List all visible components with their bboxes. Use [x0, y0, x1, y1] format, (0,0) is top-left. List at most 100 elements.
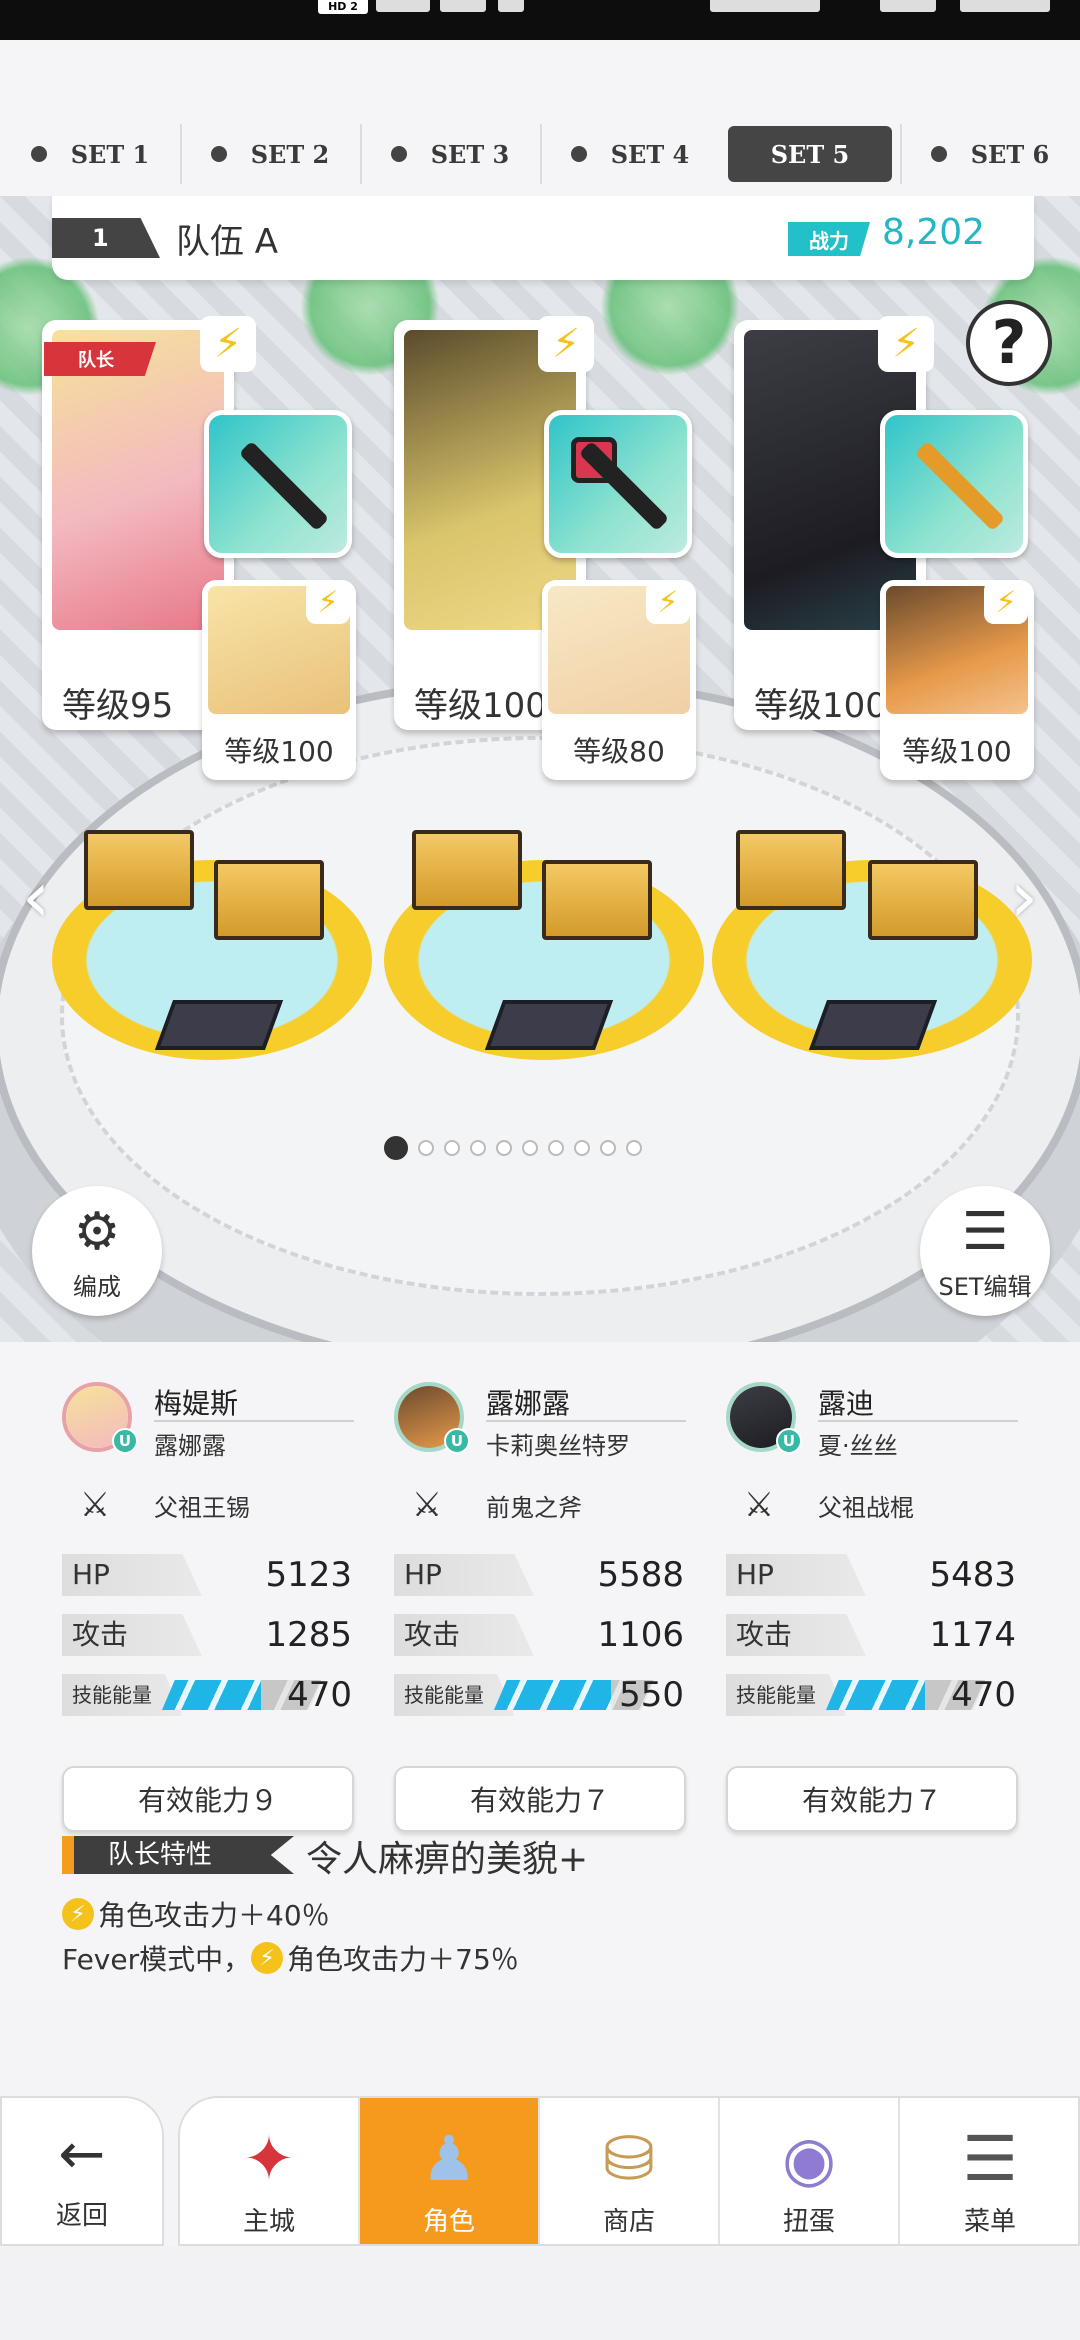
page-dot[interactable] [522, 1140, 538, 1156]
nav-item-shop[interactable]: ⛁ 商店 [540, 2098, 720, 2244]
effective-ability-button[interactable]: 有效能力７ [726, 1766, 1018, 1832]
gacha-orb-icon: ◉ [781, 2122, 837, 2195]
page-dot[interactable] [548, 1140, 564, 1156]
page-dot[interactable] [384, 1136, 408, 1160]
lightning-icon: ⚡ [878, 316, 934, 372]
power-label: 战力 [788, 222, 870, 256]
hp-row: HP 5588 [394, 1554, 684, 1596]
character-level: 等级100 [224, 735, 334, 768]
weapon-slot-2[interactable] [544, 410, 692, 558]
weapon-icon: ⚔ [411, 1485, 443, 1525]
page-dot[interactable] [418, 1140, 434, 1156]
character-name: 梅媞斯 [154, 1387, 239, 1420]
rank-badge-icon: U [776, 1428, 802, 1454]
skill-energy-row: 技能能量 470 [726, 1674, 1016, 1716]
list-icon: ☰ [961, 1202, 1009, 1262]
sub-character-name: 夏·丝丝 [818, 1432, 898, 1460]
tab-set-1[interactable]: SET 1 [0, 126, 180, 182]
tab-dot-icon [570, 146, 587, 162]
lightning-icon: ⚡ [646, 580, 690, 624]
character-level: 等级80 [573, 735, 665, 768]
staff-icon [238, 440, 330, 532]
previous-arrow-icon[interactable]: ‹ [22, 856, 50, 938]
sub-character-name: 露娜露 [154, 1432, 226, 1460]
nav-item-gacha[interactable]: ◉ 扭蛋 [720, 2098, 900, 2244]
lightning-icon: ⚡ [200, 316, 256, 372]
page-dot[interactable] [444, 1140, 460, 1156]
leader-trait-tag: 队长特性 [62, 1836, 294, 1874]
hd-indicator: HD 2 [318, 0, 368, 14]
page-indicator[interactable] [384, 1136, 642, 1160]
rank-badge-icon: U [444, 1428, 470, 1454]
sub-character-name: 卡莉奥丝特罗 [486, 1432, 630, 1460]
pixel-block [412, 830, 522, 910]
tab-set-3[interactable]: SET 3 [360, 126, 540, 182]
tab-dot-icon [390, 146, 407, 162]
weapon-slot-1[interactable] [204, 410, 352, 558]
shop-bag-icon: ⛁ [603, 2122, 655, 2195]
pixel-platform [154, 1000, 284, 1050]
effective-ability-button[interactable]: 有效能力９ [62, 1766, 354, 1832]
weapon-row: ⚔ 父祖战棍 [736, 1482, 914, 1528]
tab-dot-icon [930, 146, 947, 162]
system-nav-area [0, 2246, 1080, 2340]
castle-icon: ✦ [243, 2122, 295, 2195]
pixel-block [84, 830, 194, 910]
tab-dot-icon [30, 146, 47, 162]
page-dot[interactable] [496, 1140, 512, 1156]
power-value: 8,202 [882, 212, 986, 253]
next-arrow-icon[interactable]: › [1010, 856, 1038, 938]
bottom-navigation: ← 返回 ✦ 主城 ♟ 角色 ⛁ 商店 ◉ 扭蛋 ☰ 菜单 [0, 2096, 1080, 2246]
character-level: 等级95 [56, 678, 180, 727]
tab-set-5[interactable]: SET 5 [728, 126, 892, 182]
tab-set-2[interactable]: SET 2 [180, 126, 360, 182]
attack-row: 攻击 1174 [726, 1614, 1016, 1656]
set-tabs: SET 1 SET 2 SET 3 SET 4 SET 5 SET 6 [0, 40, 1080, 196]
effective-ability-button[interactable]: 有效能力７ [394, 1766, 686, 1832]
battery-icon [880, 0, 936, 12]
set-edit-button[interactable]: ☰ SET编辑 [920, 1186, 1050, 1316]
back-button[interactable]: ← 返回 [0, 2096, 164, 2246]
attack-row: 攻击 1285 [62, 1614, 352, 1656]
page-dot[interactable] [470, 1140, 486, 1156]
divider [486, 1420, 686, 1422]
signal-icon-2 [440, 0, 486, 12]
skill-energy-row: 技能能量 470 [62, 1674, 352, 1716]
pixel-block [214, 860, 324, 940]
character-name: 露迪 [818, 1387, 875, 1420]
weapon-row: ⚔ 前鬼之斧 [404, 1482, 582, 1528]
tab-set-6[interactable]: SET 6 [900, 126, 1080, 182]
question-icon: ? [991, 308, 1027, 378]
weapon-row: ⚔ 父祖王锡 [72, 1482, 250, 1528]
team-name[interactable]: 队伍 A [176, 214, 278, 263]
hp-row: HP 5483 [726, 1554, 1016, 1596]
nav-item-menu[interactable]: ☰ 菜单 [900, 2098, 1078, 2244]
person-gear-icon: ⚙ [73, 1202, 121, 1262]
nav-item-main-city[interactable]: ✦ 主城 [180, 2098, 360, 2244]
weapon-icon: ⚔ [743, 1485, 775, 1525]
pixel-platform [808, 1000, 938, 1050]
formation-button[interactable]: ⚙ 编成 [32, 1186, 162, 1316]
attack-row: 攻击 1106 [394, 1614, 684, 1656]
divider [154, 1420, 354, 1422]
menu-list-icon: ☰ [962, 2122, 1018, 2195]
page-dot[interactable] [600, 1140, 616, 1156]
leader-tag: 队长 [44, 342, 156, 376]
help-button[interactable]: ? [966, 300, 1052, 386]
page-dot[interactable] [574, 1140, 590, 1156]
page-dot[interactable] [626, 1140, 642, 1156]
weapon-icon: ⚔ [79, 1485, 111, 1525]
pixel-block [542, 860, 652, 940]
pixel-platform [484, 1000, 614, 1050]
tab-set-4[interactable]: SET 4 [540, 126, 720, 182]
back-arrow-icon: ← [58, 2122, 106, 2187]
lightning-icon: ⚡ [62, 1898, 94, 1930]
nav-item-characters[interactable]: ♟ 角色 [360, 2098, 540, 2244]
rod-icon [914, 440, 1006, 532]
clock [960, 0, 1050, 12]
notification-icon [498, 0, 524, 12]
lightning-icon: ⚡ [984, 580, 1028, 624]
character-icon: ♟ [421, 2122, 477, 2195]
lightning-icon: ⚡ [538, 316, 594, 372]
weapon-slot-3[interactable] [880, 410, 1028, 558]
